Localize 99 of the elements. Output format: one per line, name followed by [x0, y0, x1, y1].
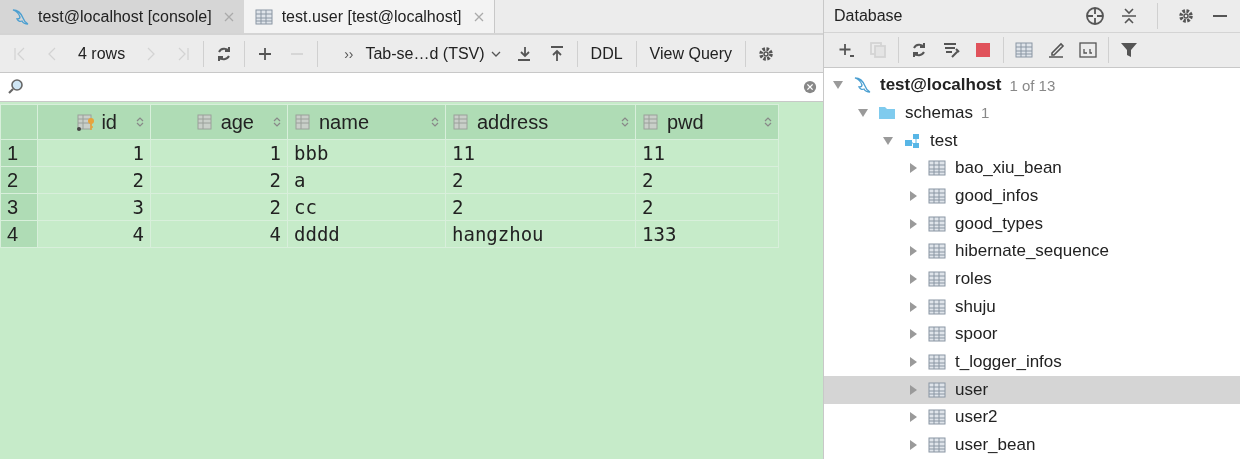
chevron-right-icon [146, 46, 157, 61]
table-cell: 2 [635, 193, 779, 221]
expander-icon[interactable] [907, 411, 919, 424]
column-header[interactable]: name [287, 104, 446, 140]
column-header[interactable]: address [445, 104, 636, 140]
tree-item[interactable]: test [824, 126, 1240, 155]
expander-icon[interactable] [857, 106, 869, 119]
expander-icon[interactable] [907, 383, 919, 396]
pencil-icon [1046, 40, 1066, 61]
crosshair-icon[interactable] [1085, 5, 1105, 26]
table-cell: 1 [37, 139, 151, 167]
expander-icon[interactable] [907, 189, 919, 202]
expander-icon[interactable] [907, 328, 919, 341]
row-number: 2 [0, 166, 38, 194]
tree-item[interactable]: spoor [824, 320, 1240, 349]
copy-icon [868, 40, 888, 61]
caret-icon [490, 50, 501, 57]
expander-icon[interactable] [882, 134, 894, 147]
table-icon [927, 296, 947, 317]
console-icon [1078, 40, 1098, 61]
tab-title: test.user [test@localhost] [281, 7, 462, 26]
row-number: 1 [0, 139, 38, 167]
table-icon [927, 185, 947, 206]
dolphin-icon [852, 75, 872, 96]
table-icon [927, 213, 947, 234]
panel-title: Database [834, 6, 903, 25]
table-cell: 2 [37, 166, 151, 194]
collapse-icon[interactable] [1119, 5, 1139, 26]
tree-item[interactable]: user_bean [824, 431, 1240, 459]
expander-icon[interactable] [907, 217, 919, 230]
tree-item[interactable]: user2 [824, 403, 1240, 432]
table-cell: 11 [445, 139, 636, 167]
table-cell: dddd [287, 220, 446, 248]
toolbar-button[interactable]: DDL [581, 44, 632, 63]
expander-icon[interactable] [907, 162, 919, 175]
tree-item[interactable]: t_logger_infos [824, 348, 1240, 376]
expander-icon[interactable] [907, 300, 919, 313]
column-header[interactable]: id [37, 104, 151, 140]
table-icon [927, 158, 947, 179]
sort-icon[interactable] [764, 116, 772, 128]
table-cell: 2 [150, 193, 288, 221]
tree-item[interactable]: bao_xiu_bean [824, 154, 1240, 183]
tree-item[interactable]: hibernate_sequence [824, 237, 1240, 266]
tab-title: test@localhost [console] [38, 7, 212, 26]
table-cell: 2 [635, 166, 779, 194]
sort-icon[interactable] [273, 116, 281, 128]
item-count: 1 of 13 [1009, 76, 1056, 94]
table-cell: 4 [150, 220, 288, 248]
table-icon [253, 6, 274, 27]
expander-icon[interactable] [907, 245, 919, 258]
item-count: 1 [981, 104, 990, 122]
table-icon [927, 324, 947, 345]
tree-item[interactable]: schemas 1 [824, 99, 1240, 127]
table-cell: bbb [287, 139, 446, 167]
row-count: 4 rows [77, 44, 127, 63]
table-cell: cc [287, 193, 446, 221]
table-cell: 2 [445, 193, 636, 221]
tree-item[interactable]: shuju [824, 292, 1240, 321]
expander-icon[interactable] [907, 273, 919, 286]
tree-item[interactable]: good_infos [824, 182, 1240, 210]
table-cell: 2 [150, 166, 288, 194]
editor-tab[interactable]: test.user [test@localhost] [243, 0, 495, 33]
tree-item[interactable]: roles [824, 265, 1240, 293]
table-cell: hangzhou [445, 220, 636, 248]
table-cell: 4 [37, 220, 151, 248]
table-icon [1014, 40, 1034, 61]
close-icon[interactable] [473, 11, 484, 22]
filter-field[interactable] [0, 73, 823, 102]
table-cell: 3 [37, 193, 151, 221]
dolphin-icon [10, 6, 30, 27]
row-number: 4 [0, 220, 38, 248]
table-icon [927, 241, 947, 262]
tree-item[interactable]: test@localhost 1 of 13 [824, 71, 1240, 100]
table-icon [927, 269, 947, 290]
table-icon [927, 352, 947, 373]
tree-item[interactable]: user [824, 375, 1240, 404]
expander-icon[interactable] [907, 356, 919, 369]
format-dropdown[interactable]: ›› Tab-se…d (TSV) [322, 44, 509, 63]
table-cell: 133 [635, 220, 779, 248]
editor-tab[interactable]: test@localhost [console] [0, 0, 244, 33]
toolbar-button[interactable]: View Query [640, 44, 741, 63]
table-icon [927, 379, 947, 400]
table-icon [927, 407, 947, 428]
row-number: 3 [0, 193, 38, 221]
table-cell: 1 [150, 139, 288, 167]
close-icon[interactable] [223, 11, 234, 22]
expander-icon[interactable] [907, 439, 919, 452]
clear-icon[interactable] [803, 80, 817, 94]
sort-icon[interactable] [136, 116, 144, 128]
sort-icon[interactable] [621, 116, 629, 128]
table-cell: a [287, 166, 446, 194]
chevron-left-icon [47, 46, 57, 61]
column-header[interactable]: pwd [635, 104, 779, 140]
tree-item[interactable]: good_types [824, 209, 1240, 238]
table-cell: 2 [445, 166, 636, 194]
sort-icon[interactable] [431, 116, 439, 128]
table-cell: 11 [635, 139, 779, 167]
table-icon [927, 435, 947, 456]
column-header[interactable]: age [150, 104, 288, 140]
